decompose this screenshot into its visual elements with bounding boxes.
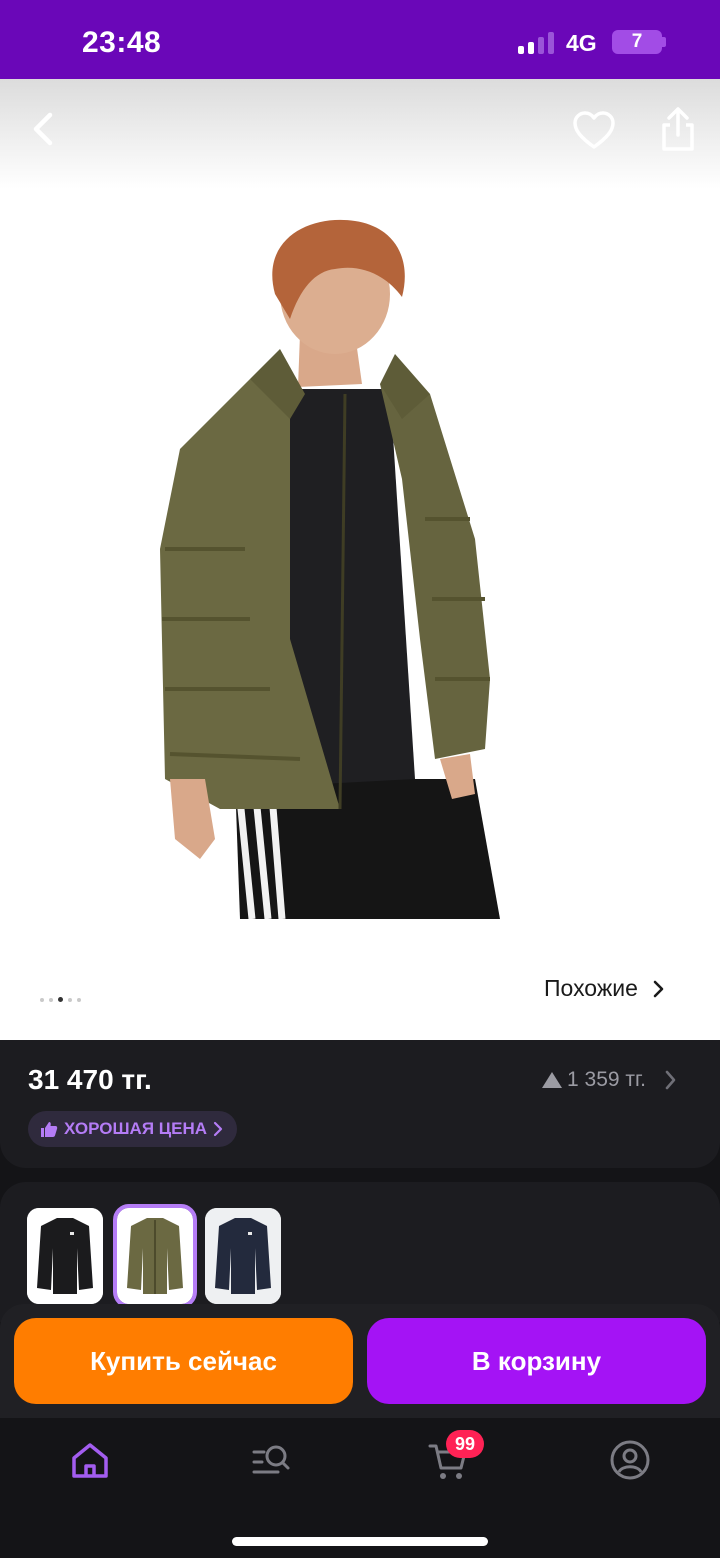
variant-thumbnail-navy bbox=[205, 1208, 281, 1304]
page-dot bbox=[77, 997, 81, 1002]
price-current: 31 470 тг. bbox=[28, 1064, 152, 1095]
heart-icon bbox=[573, 111, 615, 149]
good-price-label: ХОРОШАЯ ЦЕНА bbox=[64, 1119, 208, 1138]
nav-profile[interactable] bbox=[608, 1438, 652, 1482]
variant-selector bbox=[0, 1182, 720, 1322]
add-to-cart-button[interactable]: В корзину bbox=[367, 1318, 706, 1404]
gallery-pagination bbox=[40, 997, 81, 1002]
page-dot bbox=[49, 997, 53, 1002]
signal-icon bbox=[518, 32, 556, 54]
price-history-link[interactable]: 1 359 тг. bbox=[541, 1068, 676, 1092]
variant-olive[interactable] bbox=[113, 1204, 197, 1308]
battery-tip bbox=[662, 37, 666, 47]
chevron-left-icon bbox=[33, 112, 53, 146]
triangle-up-icon bbox=[542, 1072, 562, 1088]
good-price-badge[interactable]: ХОРОШАЯ ЦЕНА bbox=[28, 1111, 238, 1147]
chevron-right-icon bbox=[653, 980, 664, 997]
variant-thumbnail-olive bbox=[117, 1208, 193, 1304]
home-indicator bbox=[232, 1537, 488, 1546]
page-dot-active bbox=[58, 997, 63, 1002]
variant-black[interactable] bbox=[27, 1208, 103, 1304]
nav-catalog[interactable] bbox=[248, 1438, 292, 1482]
bottom-nav: 99 bbox=[0, 1418, 720, 1558]
product-gallery[interactable]: Похожие bbox=[0, 79, 720, 1040]
chevron-right-icon bbox=[665, 1070, 676, 1090]
chevron-right-icon bbox=[213, 1121, 223, 1137]
variant-navy[interactable] bbox=[205, 1208, 281, 1304]
page-dot bbox=[68, 997, 72, 1002]
price-panel: 31 470 тг. 1 359 тг. ХОРОШАЯ ЦЕНА bbox=[0, 1040, 720, 1168]
price-change-value: 1 359 тг. bbox=[567, 1068, 646, 1091]
action-bar: Купить сейчас В корзину bbox=[0, 1304, 720, 1418]
back-button[interactable] bbox=[22, 107, 66, 151]
share-icon bbox=[662, 107, 694, 151]
battery-icon: 7 bbox=[612, 30, 662, 54]
home-icon bbox=[72, 1443, 108, 1478]
status-bar: 23:48 4G 7 bbox=[0, 0, 720, 79]
similar-link[interactable]: Похожие bbox=[544, 975, 664, 1002]
favorite-button[interactable] bbox=[570, 107, 618, 155]
catalog-search-icon bbox=[252, 1445, 290, 1474]
share-button[interactable] bbox=[656, 105, 700, 155]
page-dot bbox=[40, 997, 44, 1002]
product-photo bbox=[160, 219, 500, 919]
buy-now-button[interactable]: Купить сейчас bbox=[14, 1318, 353, 1404]
thumbs-up-icon bbox=[41, 1122, 58, 1137]
status-time: 23:48 bbox=[82, 26, 162, 59]
similar-label: Похожие bbox=[544, 975, 638, 1001]
variant-thumbnail-black bbox=[27, 1208, 103, 1304]
cart-count-badge: 99 bbox=[446, 1430, 484, 1458]
nav-home[interactable] bbox=[68, 1438, 112, 1482]
network-type: 4G bbox=[566, 30, 597, 56]
profile-icon bbox=[610, 1440, 650, 1480]
